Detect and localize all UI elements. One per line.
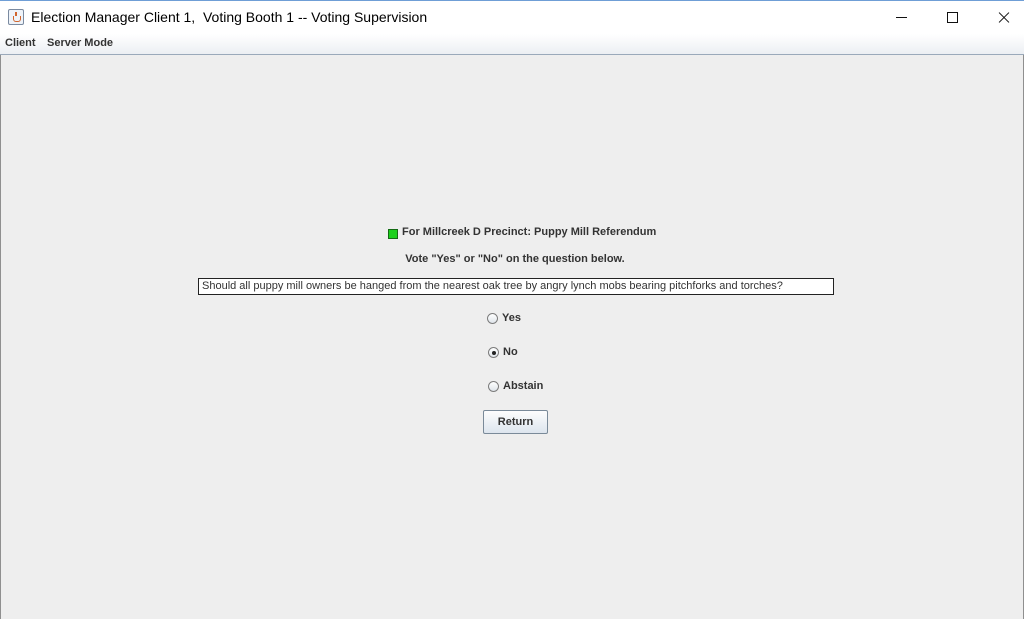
radio-yes[interactable] [487,313,498,324]
option-no-label[interactable]: No [503,346,518,358]
return-button[interactable]: Return [483,410,548,434]
question-field[interactable]: Should all puppy mill owners be hanged f… [198,278,834,295]
minimize-button[interactable] [878,1,924,34]
window-title: Election Manager Client 1, Voting Booth … [31,9,428,25]
menu-client[interactable]: Client [5,37,36,49]
status-indicator [388,229,398,239]
option-yes-label[interactable]: Yes [502,312,521,324]
java-cup-icon[interactable] [8,9,24,25]
title-bar: Election Manager Client 1, Voting Booth … [0,0,1024,34]
precinct-title: For Millcreek D Precinct: Puppy Mill Ref… [402,226,657,238]
ballot-panel [0,55,1024,619]
menu-bar: Client Server Mode [0,34,1024,55]
close-button[interactable] [980,1,1024,34]
option-abstain-label[interactable]: Abstain [503,380,543,392]
radio-abstain[interactable] [488,381,499,392]
radio-no[interactable] [488,347,499,358]
vote-instructions: Vote "Yes" or "No" on the question below… [405,253,625,265]
maximize-button[interactable] [930,1,976,34]
menu-server-mode[interactable]: Server Mode [47,37,113,49]
